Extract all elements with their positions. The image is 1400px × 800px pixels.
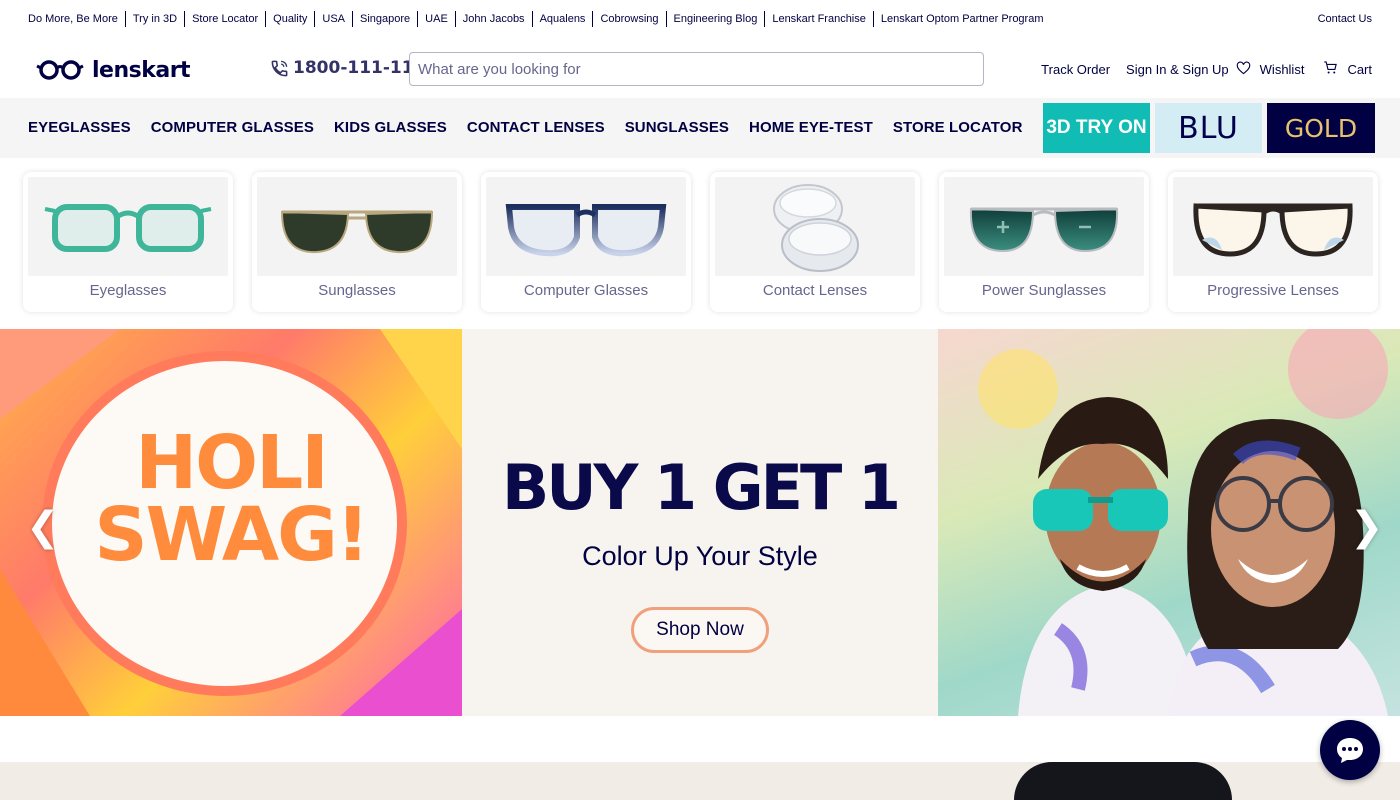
holi-swag-panel: HOLI SWAG! (0, 329, 462, 716)
category-label: Contact Lenses (762, 282, 868, 299)
nav-item-sunglasses[interactable]: SUNGLASSES (625, 119, 729, 136)
gold-button[interactable]: GOLD (1267, 103, 1375, 153)
shop-now-button[interactable]: Shop Now (631, 607, 769, 653)
blu-button[interactable]: BLU (1155, 103, 1262, 153)
chat-button[interactable] (1320, 720, 1380, 780)
category-label: Eyeglasses (89, 282, 167, 299)
category-label: Power Sunglasses (981, 282, 1107, 299)
nav-items: EYEGLASSES COMPUTER GLASSES KIDS GLASSES… (28, 119, 1043, 136)
top-link-try-3d[interactable]: Try in 3D (124, 11, 184, 27)
logo-text: lenskart (92, 57, 191, 83)
next-banner-figure (1014, 762, 1232, 800)
top-link-do-more[interactable]: Do More, Be More (28, 11, 125, 27)
model-photo-panel (938, 329, 1400, 716)
nav-item-kids-glasses[interactable]: KIDS GLASSES (334, 119, 447, 136)
phone-icon (271, 60, 288, 76)
top-link-singapore[interactable]: Singapore (352, 11, 417, 27)
category-card-eyeglasses[interactable]: Eyeglasses (23, 172, 233, 312)
offer-panel: BUY 1 GET 1 Color Up Your Style Shop Now (462, 329, 938, 716)
nav-item-eyeglasses[interactable]: EYEGLASSES (28, 119, 131, 136)
top-link-quality[interactable]: Quality (265, 11, 314, 27)
carousel-prev-arrow[interactable]: ❮ (26, 504, 60, 550)
swag-line: SWAG! (94, 492, 369, 578)
header: lenskart 1800-111-111 Track Order Sign I… (0, 36, 1400, 98)
heart-icon (1236, 61, 1251, 78)
eyeglasses-image (28, 177, 228, 276)
category-card-contact-lenses[interactable]: Contact Lenses (710, 172, 920, 312)
offer-tagline: Color Up Your Style (582, 541, 818, 571)
top-link-john-jacobs[interactable]: John Jacobs (454, 11, 532, 27)
category-label: Sunglasses (318, 282, 396, 299)
top-links: Do More, Be More Try in 3D Store Locator… (28, 11, 1051, 27)
phone-number[interactable]: 1800-111-111 (270, 58, 425, 78)
chat-bubble-icon (1337, 738, 1363, 763)
top-link-optom-partner[interactable]: Lenskart Optom Partner Program (872, 11, 1051, 27)
holi-swag-text: HOLI SWAG! (0, 420, 462, 578)
hero-banner[interactable]: HOLI SWAG! BUY 1 GET 1 Color Up Your Sty… (0, 329, 1400, 716)
nav-item-computer-glasses[interactable]: COMPUTER GLASSES (151, 119, 314, 136)
nav-item-store-locator[interactable]: STORE LOCATOR (893, 119, 1023, 136)
header-actions: Track Order Sign In & Sign Up Wishlist C… (1041, 60, 1372, 78)
top-link-franchise[interactable]: Lenskart Franchise (764, 11, 873, 27)
sign-in-link[interactable]: Sign In & Sign Up (1126, 62, 1229, 77)
track-order-link[interactable]: Track Order (1041, 62, 1110, 77)
top-link-store-locator[interactable]: Store Locator (184, 11, 265, 27)
next-banner-peek (0, 762, 1400, 800)
category-label: Computer Glasses (523, 282, 649, 299)
category-card-progressive-lenses[interactable]: Progressive Lenses (1168, 172, 1378, 312)
wishlist-link[interactable]: Wishlist (1260, 62, 1305, 77)
contact-us-link[interactable]: Contact Us (1318, 11, 1372, 27)
search-input[interactable] (409, 52, 984, 86)
contact-lenses-image (715, 177, 915, 276)
3d-try-on-button[interactable]: 3D TRY ON (1043, 103, 1150, 153)
holi-line: HOLI (135, 420, 329, 506)
carousel-next-arrow[interactable]: ❯ (1350, 504, 1384, 550)
top-link-cobrowsing[interactable]: Cobrowsing (592, 11, 665, 27)
category-card-power-sunglasses[interactable]: Power Sunglasses (939, 172, 1149, 312)
sunglasses-image (257, 177, 457, 276)
models-illustration (978, 329, 1388, 716)
top-utility-bar: Do More, Be More Try in 3D Store Locator… (0, 0, 1400, 36)
top-link-usa[interactable]: USA (314, 11, 352, 27)
lenskart-logo[interactable]: lenskart (36, 56, 196, 84)
top-link-aqualens[interactable]: Aqualens (531, 11, 593, 27)
phone-number-text: 1800-111-111 (293, 58, 426, 78)
top-link-engineering-blog[interactable]: Engineering Blog (665, 11, 765, 27)
power-sunglasses-image (944, 177, 1144, 276)
main-nav: EYEGLASSES COMPUTER GLASSES KIDS GLASSES… (0, 98, 1400, 158)
offer-headline: BUY 1 GET 1 (501, 451, 901, 524)
glasses-logo-icon (36, 60, 84, 80)
computer-glasses-image (486, 177, 686, 276)
category-cards: Eyeglasses Sunglasses Computer Glasses C… (23, 172, 1397, 312)
cart-link[interactable]: Cart (1347, 62, 1372, 77)
category-card-sunglasses[interactable]: Sunglasses (252, 172, 462, 312)
nav-item-contact-lenses[interactable]: CONTACT LENSES (467, 119, 605, 136)
progressive-lenses-image (1173, 177, 1373, 276)
category-label: Progressive Lenses (1207, 282, 1339, 299)
cart-icon (1323, 60, 1338, 78)
category-card-computer-glasses[interactable]: Computer Glasses (481, 172, 691, 312)
nav-item-home-eye-test[interactable]: HOME EYE-TEST (749, 119, 873, 136)
top-link-uae[interactable]: UAE (417, 11, 455, 27)
